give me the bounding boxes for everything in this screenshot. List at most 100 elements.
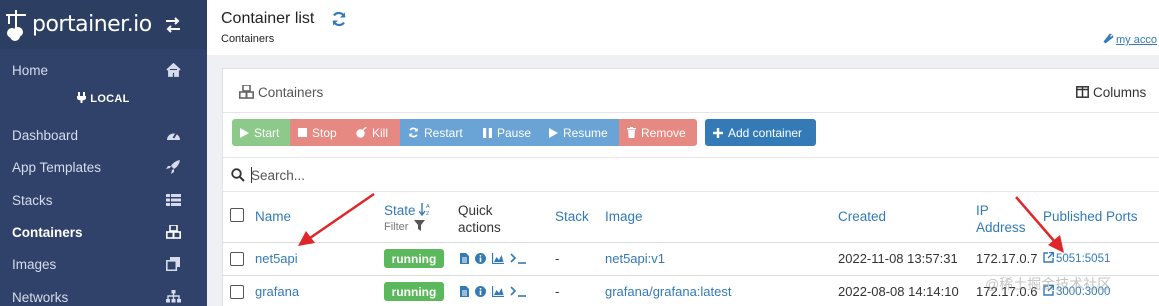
- refresh-icon: [408, 127, 419, 138]
- my-account-link[interactable]: my acco: [1103, 33, 1157, 46]
- sidebar-item-networks[interactable]: Networks: [0, 281, 207, 306]
- pause-icon: [483, 127, 492, 138]
- console-icon[interactable]: [510, 253, 527, 264]
- image-link[interactable]: net5api:v1: [605, 251, 665, 266]
- sidebar-item-stacks[interactable]: Stacks: [0, 184, 207, 216]
- refresh-icon[interactable]: [331, 11, 347, 27]
- sidebar-item-app-templates[interactable]: App Templates: [0, 151, 207, 183]
- pause-label: Pause: [497, 125, 532, 140]
- column-header-quick-line2: actions: [458, 220, 501, 235]
- published-port-link[interactable]: 5051:5051: [1043, 251, 1111, 265]
- columns-icon: [1076, 86, 1089, 98]
- sidebar-item-home[interactable]: Home: [0, 54, 207, 86]
- table-header-divider: [223, 242, 1159, 243]
- column-header-name[interactable]: Name: [255, 208, 291, 225]
- created-cell: 2022-08-08 14:14:10: [838, 284, 959, 299]
- resume-button[interactable]: Resume: [541, 119, 619, 146]
- restart-button[interactable]: Restart: [400, 119, 475, 146]
- svg-text:A: A: [426, 204, 430, 210]
- bomb-icon: [356, 127, 367, 138]
- page-title: Container list: [221, 10, 315, 27]
- status-badge: running: [384, 282, 444, 301]
- column-header-image[interactable]: Image: [605, 208, 643, 225]
- row-checkbox[interactable]: [230, 252, 244, 266]
- panel-title: Containers: [258, 85, 324, 100]
- column-header-stack[interactable]: Stack: [555, 208, 589, 225]
- clone-icon: [166, 257, 181, 272]
- stop-label: Stop: [312, 125, 337, 140]
- endpoint-label: LOCAL: [0, 92, 207, 112]
- container-name-link[interactable]: net5api: [255, 251, 298, 266]
- sidebar-item-label: Stacks: [12, 192, 53, 208]
- published-port-label: 5051:5051: [1056, 253, 1111, 265]
- console-icon[interactable]: [510, 286, 527, 297]
- columns-label: Columns: [1093, 85, 1147, 100]
- sidebar-item-images[interactable]: Images: [0, 248, 207, 280]
- column-header-ip-address[interactable]: IP Address: [976, 202, 1026, 236]
- stack-cell: -: [555, 284, 560, 299]
- portainer-logo-icon: [4, 7, 30, 43]
- row-checkbox[interactable]: [230, 285, 244, 299]
- quick-actions: [460, 286, 527, 297]
- pause-button[interactable]: Pause: [475, 119, 541, 146]
- sidebar-item-containers[interactable]: Containers: [0, 216, 207, 248]
- stop-button[interactable]: Stop: [290, 119, 348, 146]
- column-header-ip-line1: IP: [976, 203, 989, 218]
- sidebar-item-dashboard[interactable]: Dashboard: [0, 119, 207, 151]
- wrench-icon: [1103, 33, 1114, 44]
- select-all-checkbox[interactable]: [230, 208, 244, 222]
- play-icon: [549, 127, 558, 138]
- plug-icon: [77, 92, 87, 103]
- column-header-quick-actions: Quick actions: [458, 202, 501, 236]
- text-cursor: [251, 167, 252, 183]
- toggle-sidebar-icon[interactable]: [164, 17, 182, 33]
- filter-icon: [413, 220, 425, 231]
- status-badge: running: [384, 249, 444, 268]
- remove-button[interactable]: Remove: [619, 119, 697, 146]
- sitemap-icon: [166, 290, 181, 304]
- home-icon: [166, 62, 181, 77]
- stack-cell: -: [555, 251, 560, 266]
- cubes-icon: [166, 224, 181, 239]
- logs-icon[interactable]: [460, 286, 469, 297]
- start-button[interactable]: Start: [232, 119, 290, 146]
- resume-label: Resume: [563, 125, 608, 140]
- tachometer-icon: [166, 128, 181, 142]
- logs-icon[interactable]: [460, 253, 469, 264]
- state-filter-label: Filter: [384, 221, 409, 233]
- kill-button[interactable]: Kill: [348, 119, 400, 146]
- search-input[interactable]: [251, 164, 851, 186]
- sidebar-item-label: Home: [12, 62, 49, 78]
- image-link[interactable]: grafana/grafana:latest: [605, 284, 731, 299]
- kill-label: Kill: [372, 125, 389, 140]
- breadcrumb: Containers: [221, 33, 275, 45]
- watermark: @稀土掘金技术社区: [985, 276, 1112, 292]
- container-name-link[interactable]: grafana: [255, 284, 299, 299]
- add-container-button[interactable]: Add container: [705, 119, 816, 146]
- state-filter-button[interactable]: Filter: [384, 220, 425, 233]
- sidebar-item-label: Images: [12, 256, 57, 272]
- external-link-icon: [1043, 251, 1055, 263]
- column-header-state[interactable]: State AZ: [384, 202, 431, 219]
- th-list-icon: [166, 193, 181, 207]
- column-header-published-ports[interactable]: Published Ports: [1043, 208, 1138, 225]
- columns-button[interactable]: Columns: [1076, 85, 1146, 100]
- containers-panel: Containers Columns Start Stop Kill Resta…: [222, 68, 1159, 306]
- column-header-quick-line1: Quick: [458, 203, 493, 218]
- my-account-label: my acco: [1116, 34, 1157, 46]
- quick-actions: [460, 253, 527, 264]
- sidebar: portainer.io Home LOCAL Dashboard App Te…: [0, 0, 207, 306]
- search-bar: [223, 157, 1159, 192]
- column-header-created[interactable]: Created: [838, 208, 886, 225]
- restart-label: Restart: [424, 125, 463, 140]
- play-icon: [240, 127, 249, 138]
- info-icon[interactable]: [475, 253, 486, 264]
- search-icon: [231, 168, 245, 182]
- stats-icon[interactable]: [492, 253, 504, 264]
- rocket-icon: [166, 160, 181, 174]
- plus-icon: [713, 127, 723, 138]
- stats-icon[interactable]: [492, 286, 504, 297]
- add-container-label: Add container: [728, 125, 803, 140]
- info-icon[interactable]: [475, 286, 486, 297]
- cubes-icon: [239, 84, 254, 99]
